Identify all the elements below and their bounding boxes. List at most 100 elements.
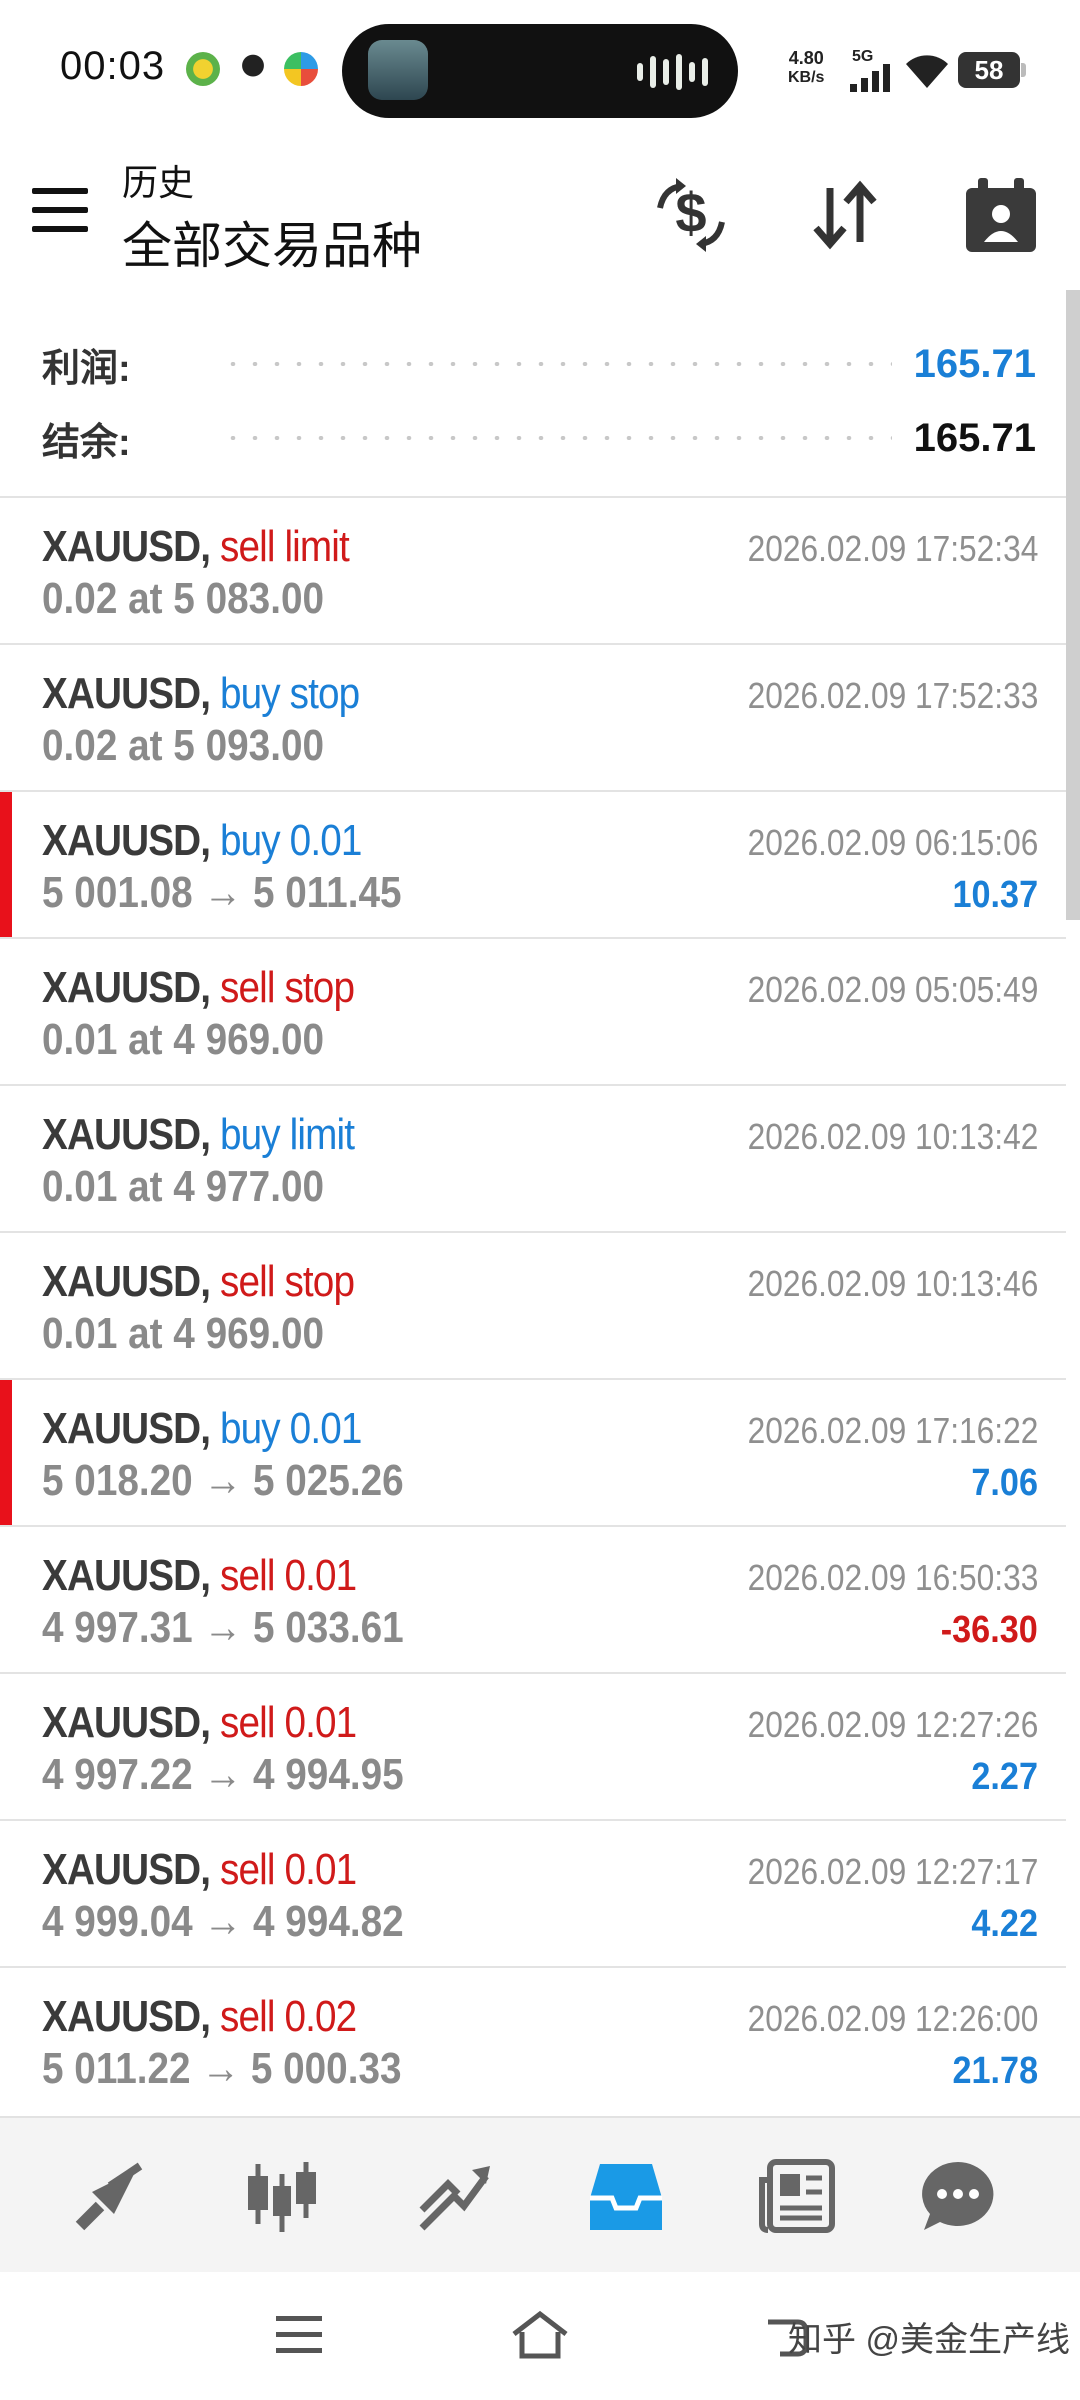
news-icon[interactable] bbox=[758, 2156, 838, 2236]
deal-time: 2026.02.09 12:26:00 bbox=[747, 1998, 1038, 2039]
app-header: 历史 全部交易品种 $ bbox=[0, 140, 1080, 290]
header-title[interactable]: 全部交易品种 bbox=[122, 206, 422, 278]
deal-detail: 4 997.31 → 5 033.61 bbox=[42, 1603, 404, 1652]
deal-detail: 5 011.22 → 5 000.33 bbox=[42, 2044, 402, 2093]
profit-value: 165.71 bbox=[913, 341, 1036, 386]
deal-detail: 4 997.22 → 4 994.95 bbox=[42, 1750, 404, 1799]
deal-symbol: XAUUSD, bbox=[42, 1698, 211, 1747]
history-inbox-icon[interactable] bbox=[586, 2156, 666, 2236]
wifi-icon bbox=[906, 55, 948, 88]
deal-time: 2026.02.09 17:16:22 bbox=[747, 1410, 1038, 1451]
balance-label: 结余: bbox=[42, 421, 131, 464]
deal-detail: 5 001.08 → 5 011.45 bbox=[42, 868, 402, 917]
deal-symbol: XAUUSD, bbox=[42, 1992, 211, 2041]
deal-time: 2026.02.09 12:27:17 bbox=[747, 1851, 1038, 1892]
deal-detail: 4 999.04 → 4 994.82 bbox=[42, 1897, 404, 1946]
deal-title: XAUUSD, buy stop bbox=[42, 669, 360, 719]
deal-type: buy limit bbox=[219, 1110, 355, 1159]
deal-title: XAUUSD, sell stop bbox=[42, 1257, 355, 1307]
scrollbar[interactable] bbox=[1066, 290, 1080, 920]
deal-type: sell 0.02 bbox=[219, 1992, 357, 2041]
signal-icon bbox=[850, 64, 890, 92]
net-speed: 4.80 KB/s bbox=[788, 48, 825, 86]
deal-time: 2026.02.09 12:27:26 bbox=[747, 1704, 1038, 1745]
home-icon[interactable] bbox=[510, 2310, 570, 2360]
deal-symbol: XAUUSD, bbox=[42, 669, 211, 718]
deal-time: 2026.02.09 17:52:33 bbox=[747, 675, 1038, 716]
deal-symbol: XAUUSD, bbox=[42, 1257, 211, 1306]
deal-type: sell stop bbox=[219, 963, 355, 1012]
deal-row[interactable]: XAUUSD, buy 0.01 5 018.20 → 5 025.26 2026.… bbox=[0, 1378, 1066, 1527]
deal-symbol: XAUUSD, bbox=[42, 1110, 211, 1159]
deal-type: sell stop bbox=[219, 1257, 355, 1306]
deal-time: 2026.02.09 16:50:33 bbox=[747, 1557, 1038, 1598]
app-notification-icon bbox=[186, 52, 220, 86]
deal-time: 2026.02.09 17:52:34 bbox=[747, 528, 1038, 569]
deal-row[interactable]: XAUUSD, sell 0.01 4 999.04 → 4 994.82 2026… bbox=[0, 1819, 1066, 1966]
deal-symbol: XAUUSD, bbox=[42, 816, 211, 865]
deal-row[interactable]: XAUUSD, sell stop 0.01 at 4 969.00 2026.02… bbox=[0, 937, 1066, 1084]
deal-time: 2026.02.09 06:15:06 bbox=[747, 822, 1038, 863]
deal-title: XAUUSD, buy 0.01 bbox=[42, 1404, 362, 1454]
deal-row[interactable]: XAUUSD, sell 0.01 4 997.31 → 5 033.61 2026… bbox=[0, 1525, 1066, 1672]
deal-detail: 5 018.20 → 5 025.26 bbox=[42, 1456, 404, 1505]
deal-title: XAUUSD, sell 0.01 bbox=[42, 1698, 357, 1748]
audio-wave-icon bbox=[637, 54, 708, 90]
deal-profit: -36.30 bbox=[941, 1609, 1038, 1651]
deal-detail: 0.02 at 5 083.00 bbox=[42, 574, 325, 623]
deal-time: 2026.02.09 05:05:49 bbox=[747, 969, 1038, 1010]
trade-icon[interactable] bbox=[414, 2156, 494, 2236]
deal-type: buy 0.01 bbox=[219, 816, 362, 865]
deal-symbol: XAUUSD, bbox=[42, 1551, 211, 1600]
deal-title: XAUUSD, sell 0.02 bbox=[42, 1992, 357, 2042]
notification-icon bbox=[284, 52, 318, 86]
deal-type: buy 0.01 bbox=[219, 1404, 362, 1453]
deal-type: sell 0.01 bbox=[219, 1845, 357, 1894]
deal-title: XAUUSD, buy limit bbox=[42, 1110, 355, 1160]
calendar-period-icon[interactable] bbox=[956, 170, 1046, 260]
recent-apps-icon[interactable] bbox=[274, 2310, 326, 2360]
deal-title: XAUUSD, buy 0.01 bbox=[42, 816, 362, 866]
deals-list: XAUUSD, sell limit 0.02 at 5 083.00 2026.0… bbox=[0, 496, 1066, 2113]
profit-row: 利润: 165.71 bbox=[42, 334, 1036, 394]
deal-time: 2026.02.09 10:13:46 bbox=[747, 1263, 1038, 1304]
deal-profit: 4.22 bbox=[971, 1903, 1038, 1945]
deal-row[interactable]: XAUUSD, sell limit 0.02 at 5 083.00 2026.0… bbox=[0, 496, 1066, 643]
balance-row: 结余: 165.71 bbox=[42, 408, 1036, 468]
deal-detail: 0.01 at 4 977.00 bbox=[42, 1162, 325, 1211]
dollar-exchange-icon[interactable]: $ bbox=[646, 170, 736, 260]
chat-icon[interactable] bbox=[918, 2156, 998, 2236]
deal-symbol: XAUUSD, bbox=[42, 963, 211, 1012]
profit-label: 利润: bbox=[42, 347, 131, 390]
sort-icon[interactable] bbox=[800, 170, 890, 260]
deal-row[interactable]: XAUUSD, buy stop 0.02 at 5 093.00 2026.02.… bbox=[0, 643, 1066, 790]
deal-row[interactable]: XAUUSD, buy 0.01 5 001.08 → 5 011.45 2026.… bbox=[0, 790, 1066, 939]
album-art-icon bbox=[368, 40, 428, 100]
header-subtitle: 历史 bbox=[122, 162, 195, 203]
deal-type: sell 0.01 bbox=[219, 1698, 357, 1747]
deal-row[interactable]: XAUUSD, sell 0.01 4 997.22 → 4 994.95 2026… bbox=[0, 1672, 1066, 1819]
deal-profit: 2.27 bbox=[971, 1756, 1038, 1798]
deal-row[interactable]: XAUUSD, sell 0.02 5 011.22 → 5 000.33 2026… bbox=[0, 1966, 1066, 2113]
deal-type: sell limit bbox=[219, 522, 350, 571]
deal-symbol: XAUUSD, bbox=[42, 1845, 211, 1894]
menu-icon[interactable] bbox=[32, 188, 88, 232]
position-marker bbox=[0, 1380, 12, 1527]
battery-icon: 58 bbox=[958, 52, 1026, 88]
deal-title: XAUUSD, sell stop bbox=[42, 963, 355, 1013]
summary-panel: 利润: 165.71 结余: 165.71 bbox=[0, 310, 1066, 496]
chart-candles-icon[interactable] bbox=[242, 2156, 322, 2236]
deal-row[interactable]: XAUUSD, sell stop 0.01 at 4 969.00 2026.02… bbox=[0, 1231, 1066, 1378]
deal-row[interactable]: XAUUSD, buy limit 0.01 at 4 977.00 2026.02… bbox=[0, 1084, 1066, 1231]
quotes-icon[interactable] bbox=[70, 2156, 150, 2236]
deal-title: XAUUSD, sell 0.01 bbox=[42, 1551, 357, 1601]
deal-type: buy stop bbox=[219, 669, 360, 718]
deal-symbol: XAUUSD, bbox=[42, 522, 211, 571]
dotted-leader bbox=[222, 362, 892, 366]
deal-profit: 7.06 bbox=[971, 1462, 1038, 1504]
deal-title: XAUUSD, sell limit bbox=[42, 522, 350, 572]
balance-value: 165.71 bbox=[913, 415, 1036, 460]
deal-time: 2026.02.09 10:13:42 bbox=[747, 1116, 1038, 1157]
dynamic-island-media[interactable] bbox=[342, 24, 738, 118]
deal-symbol: XAUUSD, bbox=[42, 1404, 211, 1453]
